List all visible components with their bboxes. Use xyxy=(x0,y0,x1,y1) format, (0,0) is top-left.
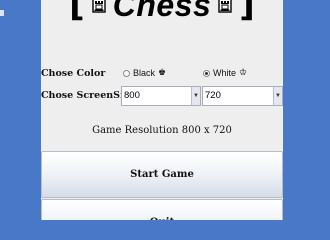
title-left-bracket: [ xyxy=(69,0,85,25)
color-label: Chose Color xyxy=(41,68,106,79)
chevron-down-icon[interactable]: ▼ xyxy=(273,87,282,105)
quit-button[interactable]: Quit xyxy=(41,199,283,220)
chevron-down-icon[interactable]: ▼ xyxy=(191,87,200,105)
rook-icon xyxy=(92,0,106,13)
black-radio-button[interactable] xyxy=(123,69,130,77)
menu-panel: [ Chess ] Chose Color Black ♚ White ♔ Ch… xyxy=(41,0,283,220)
black-radio-label: Black xyxy=(133,68,156,78)
white-radio-label: White xyxy=(213,68,237,78)
title-right-bracket: ] xyxy=(239,0,255,25)
white-king-icon: ♔ xyxy=(239,67,248,78)
black-radio-option[interactable]: Black ♚ xyxy=(123,68,166,78)
resolution-text: Game Resolution 800 x 720 xyxy=(92,125,232,136)
height-select-value: 720 xyxy=(205,90,221,101)
white-radio-option[interactable]: White ♔ xyxy=(203,68,247,78)
rook-icon xyxy=(218,0,232,13)
window-edge-accent xyxy=(0,10,4,16)
start-game-button[interactable]: Start Game xyxy=(41,151,283,198)
white-radio-button[interactable] xyxy=(203,69,210,77)
width-select[interactable]: 800 ▼ xyxy=(121,86,201,106)
height-select[interactable]: 720 ▼ xyxy=(202,86,283,106)
title-banner: [ Chess ] xyxy=(41,0,283,25)
width-select-value: 800 xyxy=(124,90,140,101)
game-title: Chess xyxy=(112,0,212,23)
black-king-icon: ♚ xyxy=(158,67,167,78)
